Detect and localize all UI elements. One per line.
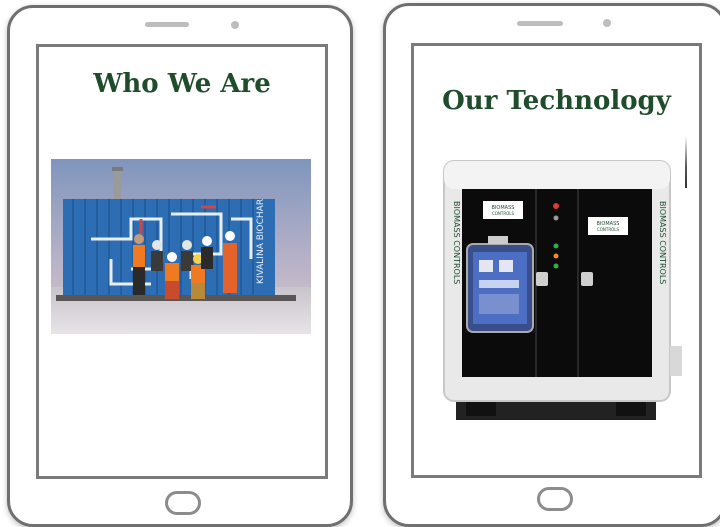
brand-plate-bottom: CONTROLS — [492, 211, 515, 216]
speaker-grille-icon — [145, 22, 189, 27]
tablet-frame-right: Our Technology BIOMASS CONTROLS BIOMASS … — [383, 3, 720, 527]
screen-who-we-are: Who We Are KIVALINA BIOCHAR — [36, 44, 328, 479]
screen-our-technology: Our Technology BIOMASS CONTROLS BIOMASS … — [411, 43, 702, 478]
container-label: KIVALINA BIOCHAR — [256, 199, 266, 284]
side-label-left: BIOMASS CONTROLS — [452, 201, 461, 284]
home-button[interactable] — [537, 487, 573, 511]
controller-cabinet-image: BIOMASS CONTROLS BIOMASS CONTROLS BIOMAS… — [441, 156, 701, 426]
page-title: Who We Are — [93, 69, 271, 99]
home-button[interactable] — [165, 491, 201, 515]
tablet-frame-left: Who We Are KIVALINA BIOCHAR — [7, 5, 353, 527]
team-photo: KIVALINA BIOCHAR — [51, 159, 311, 334]
speaker-grille-icon — [517, 21, 563, 26]
camera-icon — [603, 19, 611, 27]
page-title: Our Technology — [442, 86, 671, 116]
brand-plate-bottom-2: CONTROLS — [597, 227, 620, 232]
camera-icon — [231, 21, 239, 29]
side-label-right: BIOMASS CONTROLS — [658, 201, 667, 284]
